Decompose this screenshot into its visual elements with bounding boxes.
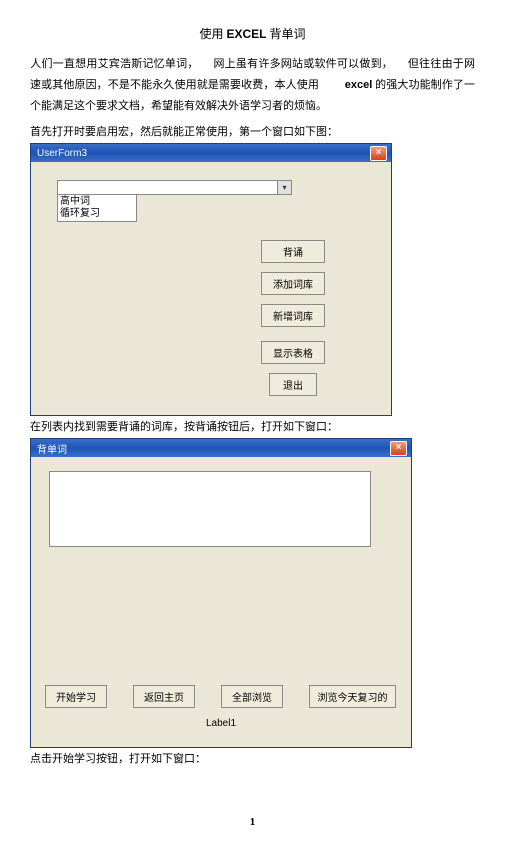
window2-title: 背单词 <box>37 441 67 456</box>
caption-before-win2: 在列表内找到需要背诵的词库，按背诵按钮后，打开如下窗口： <box>30 418 475 434</box>
chevron-down-icon[interactable]: ▾ <box>277 181 291 194</box>
titlebar-1[interactable]: UserForm3 × <box>31 144 391 162</box>
start-study-button[interactable]: 开始学习 <box>45 685 107 708</box>
browse-today-button[interactable]: 浏览今天复习的 <box>309 685 396 708</box>
paragraph-1: 人们一直想用艾宾浩斯记忆单词， 网上虽有许多网站或软件可以做到， 但往往由于网 … <box>30 54 475 117</box>
title-suffix: 背单词 <box>267 27 306 41</box>
wordlist-dropdown[interactable]: 高中词 循环复习 <box>57 195 137 222</box>
exit-button[interactable]: 退出 <box>269 373 317 396</box>
new-library-button[interactable]: 新增词库 <box>261 304 325 327</box>
list-item[interactable]: 循环复习 <box>60 208 134 220</box>
page-title: 使用 EXCEL 背单词 <box>30 25 475 42</box>
show-table-button[interactable]: 显示表格 <box>261 341 325 364</box>
close-icon[interactable]: × <box>390 441 407 456</box>
recite-button[interactable]: 背诵 <box>261 240 325 263</box>
title-prefix: 使用 <box>199 27 226 41</box>
close-icon[interactable]: × <box>370 146 387 161</box>
wordlist-combo[interactable]: ▾ <box>57 180 292 195</box>
output-textarea[interactable] <box>49 471 371 547</box>
window-recite: 背单词 × 开始学习 返回主页 全部浏览 浏览今天复习的 Label1 <box>30 438 412 748</box>
window1-title: UserForm3 <box>37 148 87 159</box>
caption-before-win1: 首先打开时要启用宏，然后就能正常使用，第一个窗口如下图： <box>30 123 475 139</box>
caption-after-win2: 点击开始学习按钮，打开如下窗口： <box>30 750 475 766</box>
browse-all-button[interactable]: 全部浏览 <box>221 685 283 708</box>
window-userform3: UserForm3 × ▾ 高中词 循环复习 背诵 添加词库 新增词库 显示表格… <box>30 143 392 416</box>
titlebar-2[interactable]: 背单词 × <box>31 439 411 457</box>
title-bold: EXCEL <box>226 27 266 41</box>
page-number: 1 <box>30 816 475 828</box>
add-library-button[interactable]: 添加词库 <box>261 272 325 295</box>
label1: Label1 <box>45 718 397 729</box>
list-item[interactable]: 高中词 <box>60 196 134 208</box>
return-home-button[interactable]: 返回主页 <box>133 685 195 708</box>
